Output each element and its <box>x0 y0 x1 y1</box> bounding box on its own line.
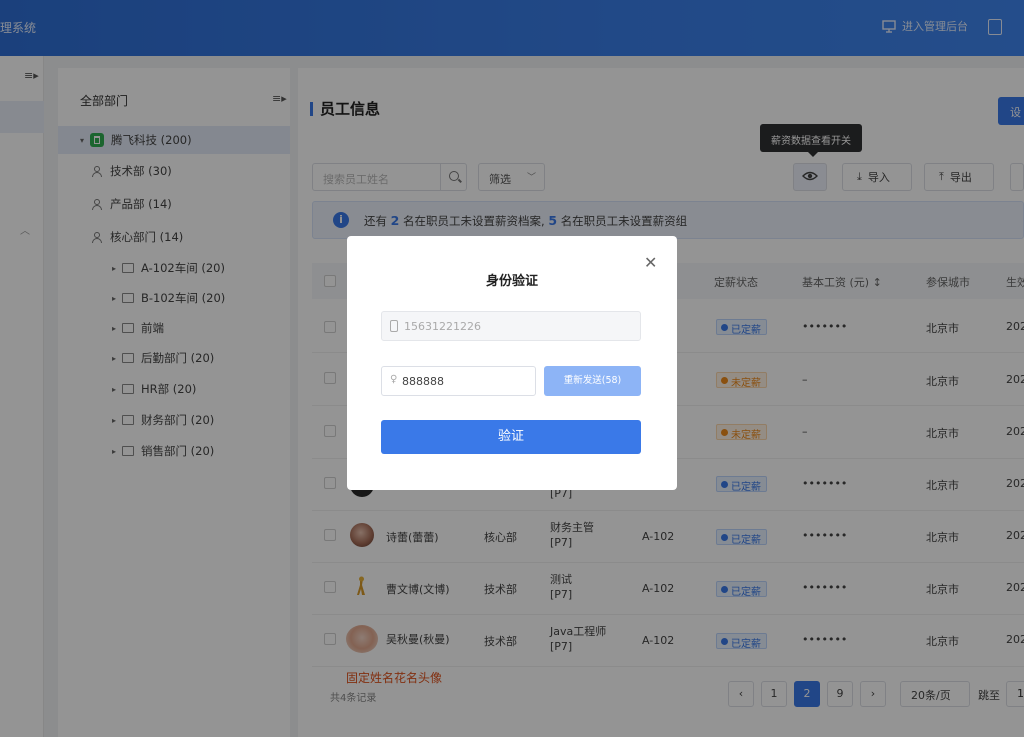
resend-code-button[interactable]: 重新发送(58) <box>544 366 641 396</box>
code-value: 888888 <box>402 375 444 388</box>
phone-field: 15631221226 <box>381 311 641 341</box>
dialog-title: 身份验证 <box>485 274 538 289</box>
key-icon: ♀ <box>390 374 398 385</box>
verification-code-input[interactable]: ♀ 888888 <box>381 366 536 396</box>
phone-value: 15631221226 <box>404 320 481 333</box>
mobile-phone-icon <box>390 320 398 332</box>
verify-button[interactable]: 验证 <box>381 420 641 454</box>
identity-verification-dialog: 身份验证 ✕ 15631221226 ♀ 888888 重新发送(58) 验证 <box>347 236 677 490</box>
close-icon[interactable]: ✕ <box>644 253 657 272</box>
